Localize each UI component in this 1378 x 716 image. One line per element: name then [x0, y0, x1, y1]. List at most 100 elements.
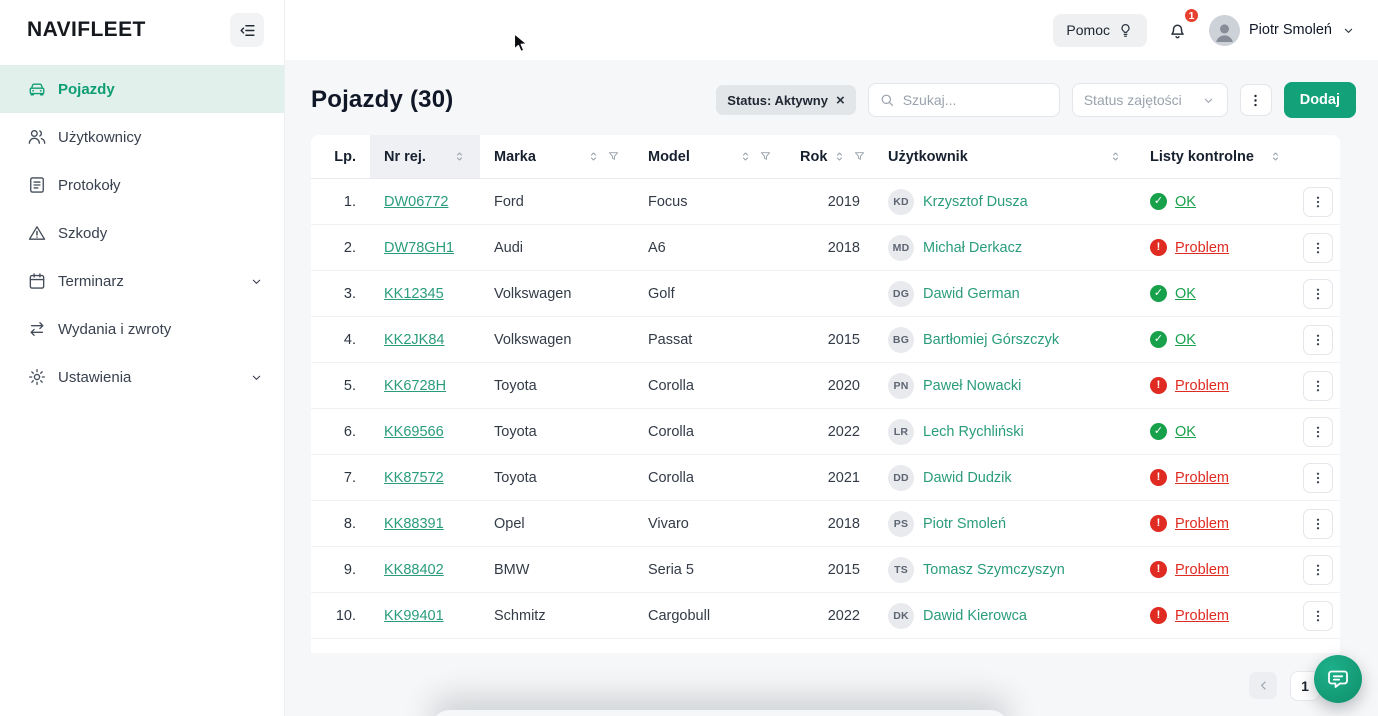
checklist-status-link[interactable]: Problem	[1175, 608, 1229, 624]
model-cell: Corolla	[648, 423, 694, 440]
sidebar-nav: Pojazdy Użytkownicy Protokoły Szkody Ter…	[0, 60, 284, 401]
user-menu[interactable]: Piotr Smoleń	[1208, 14, 1356, 46]
sidebar-item-terminarz[interactable]: Terminarz	[0, 257, 284, 305]
row-actions-button[interactable]	[1303, 370, 1333, 401]
row-actions-button[interactable]	[1303, 600, 1333, 631]
checklist-status-link[interactable]: Problem	[1175, 516, 1229, 532]
registration-cell: KK6728H	[370, 378, 480, 394]
checklist-status-link[interactable]: Problem	[1175, 470, 1229, 486]
brand-cell: Volkswagen	[494, 285, 572, 302]
checklist-status-link[interactable]: Problem	[1175, 378, 1229, 394]
user-link[interactable]: Dawid Dudzik	[923, 470, 1012, 486]
checklist-status-link[interactable]: OK	[1175, 424, 1196, 440]
search-input[interactable]	[902, 92, 1049, 108]
user-link[interactable]: Paweł Nowacki	[923, 378, 1021, 394]
row-actions-button[interactable]	[1303, 508, 1333, 539]
more-options-button[interactable]	[1239, 84, 1272, 116]
registration-link[interactable]: KK2JK84	[384, 332, 444, 348]
filter-icon[interactable]	[759, 150, 772, 163]
table-row: 5. KK6728H Toyota Corolla 2020 PN Paweł …	[311, 363, 1340, 409]
column-header-nr-rej[interactable]: Nr rej.	[370, 135, 480, 178]
table-row: 7. KK87572 Toyota Corolla 2021 DD Dawid …	[311, 455, 1340, 501]
sidebar-item-label: Terminarz	[58, 272, 124, 290]
row-actions-button[interactable]	[1303, 416, 1333, 447]
sidebar-item-wydania-i-zwroty[interactable]: Wydania i zwroty	[0, 305, 284, 353]
user-link[interactable]: Lech Rychliński	[923, 424, 1024, 440]
chat-launcher-button[interactable]	[1314, 655, 1362, 703]
registration-link[interactable]: KK6728H	[384, 378, 446, 394]
registration-link[interactable]: KK88391	[384, 516, 444, 532]
brand-cell: Opel	[494, 515, 525, 532]
filter-icon[interactable]	[853, 150, 866, 163]
checklist-status-link[interactable]: OK	[1175, 332, 1196, 348]
row-actions-button[interactable]	[1303, 232, 1333, 263]
year-cell: 2022	[827, 423, 860, 440]
user-link[interactable]: Bartłomiej Górszczyk	[923, 332, 1059, 348]
year-cell: 2018	[827, 239, 860, 256]
registration-link[interactable]: DW06772	[384, 194, 448, 210]
user-link[interactable]: Dawid Kierowca	[923, 608, 1027, 624]
sidebar-header: NAVIFLEET	[0, 0, 284, 60]
sidebar-item-protokoly[interactable]: Protokoły	[0, 161, 284, 209]
sidebar-item-szkody[interactable]: Szkody	[0, 209, 284, 257]
status-filter-chip[interactable]: Status: Aktywny ×	[716, 85, 856, 115]
user-avatar: DK	[888, 602, 914, 629]
user-link[interactable]: Tomasz Szymczyszyn	[923, 562, 1065, 578]
user-cell: KD Krzysztof Dusza	[874, 188, 1136, 215]
registration-link[interactable]: DW78GH1	[384, 240, 454, 256]
user-link[interactable]: Krzysztof Dusza	[923, 194, 1028, 210]
main-content: Pojazdy (30) Status: Aktywny × Status za…	[285, 60, 1378, 716]
user-link[interactable]: Michał Derkacz	[923, 240, 1022, 256]
table-row: 10. KK99401 Schmitz Cargobull 2022 DK Da…	[311, 593, 1340, 639]
registration-link[interactable]: KK99401	[384, 608, 444, 624]
status-zajetosci-select[interactable]: Status zajętości	[1071, 83, 1228, 117]
user-link[interactable]: Piotr Smoleń	[923, 516, 1006, 532]
bell-icon	[1167, 20, 1188, 41]
registration-link[interactable]: KK69566	[384, 424, 444, 440]
notifications-button[interactable]: 1	[1165, 7, 1200, 43]
row-actions-button[interactable]	[1303, 554, 1333, 585]
checklist-status-link[interactable]: OK	[1175, 194, 1196, 210]
column-header-marka[interactable]: Marka	[480, 135, 634, 178]
chip-close-icon[interactable]: ×	[836, 93, 845, 108]
checklist-cell: ! Problem	[1136, 469, 1296, 486]
row-actions-button[interactable]	[1303, 278, 1333, 309]
registration-link[interactable]: KK12345	[384, 286, 444, 302]
user-cell: DD Dawid Dudzik	[874, 464, 1136, 491]
user-link[interactable]: Dawid German	[923, 286, 1020, 302]
filter-icon[interactable]	[607, 150, 620, 163]
sidebar-item-label: Użytkownicy	[58, 128, 142, 146]
column-header-model[interactable]: Model	[634, 135, 786, 178]
checklist-status-link[interactable]: Problem	[1175, 562, 1229, 578]
checklist-status-link[interactable]: OK	[1175, 286, 1196, 302]
sidebar-item-pojazdy[interactable]: Pojazdy	[0, 65, 284, 113]
registration-link[interactable]: KK88402	[384, 562, 444, 578]
row-actions-button[interactable]	[1303, 186, 1333, 217]
add-button[interactable]: Dodaj	[1283, 82, 1356, 118]
pagination-prev-button[interactable]	[1249, 672, 1277, 699]
sidebar-item-ustawienia[interactable]: Ustawienia	[0, 353, 284, 401]
column-header-listy-kontrolne[interactable]: Listy kontrolne	[1136, 135, 1296, 178]
row-actions-button[interactable]	[1303, 462, 1333, 493]
user-cell: TS Tomasz Szymczyszyn	[874, 556, 1136, 583]
model-cell: A6	[648, 239, 666, 256]
checklist-status-link[interactable]: Problem	[1175, 240, 1229, 256]
table-row: 4. KK2JK84 Volkswagen Passat 2015 BG Bar…	[311, 317, 1340, 363]
sort-icon	[1109, 150, 1122, 163]
collapse-sidebar-icon	[238, 21, 257, 40]
year-cell: 2015	[827, 331, 860, 348]
sidebar-collapse-button[interactable]	[230, 13, 264, 47]
brand-cell: Toyota	[494, 423, 537, 440]
sidebar-item-uzytkownicy[interactable]: Użytkownicy	[0, 113, 284, 161]
checklist-cell: ! Problem	[1136, 607, 1296, 624]
registration-link[interactable]: KK87572	[384, 470, 444, 486]
column-header-uzytkownik[interactable]: Użytkownik	[874, 135, 1136, 178]
help-button[interactable]: Pomoc	[1053, 13, 1147, 47]
user-cell: PN Paweł Nowacki	[874, 372, 1136, 399]
exclamation-circle-icon: !	[1150, 239, 1167, 256]
column-header-rok[interactable]: Rok	[786, 135, 874, 178]
row-actions-button[interactable]	[1303, 324, 1333, 355]
column-label: Model	[648, 148, 690, 165]
kebab-icon	[1310, 470, 1326, 486]
row-index: 1.	[343, 193, 356, 210]
